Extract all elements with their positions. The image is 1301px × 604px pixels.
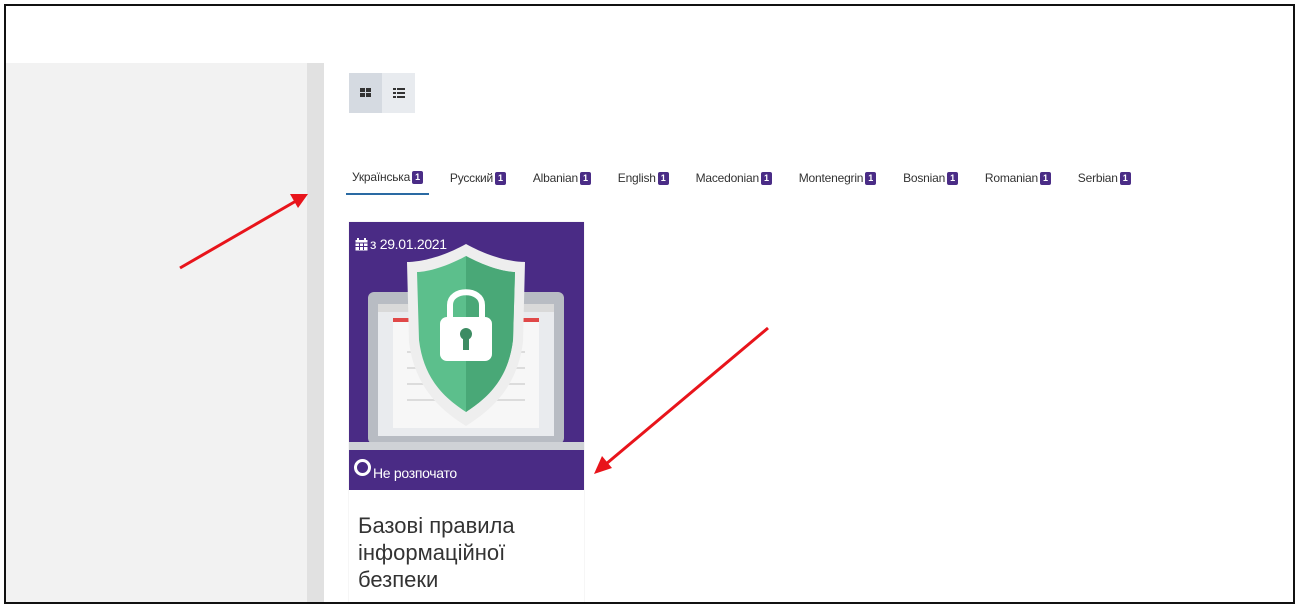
course-title-line: безпеки <box>358 567 439 592</box>
tab-label: Romanian <box>984 171 1038 185</box>
course-image: з 29.01.2021 <box>349 222 584 450</box>
tab-english[interactable]: English 1 <box>612 165 675 194</box>
count-badge: 1 <box>760 171 772 185</box>
tab-label: English <box>617 171 656 185</box>
count-badge: 1 <box>1039 171 1051 185</box>
calendar-icon <box>355 237 368 250</box>
count-badge: 1 <box>865 171 877 185</box>
status-text: Не розпочато <box>373 465 457 481</box>
start-date: з 29.01.2021 <box>355 236 447 252</box>
vertical-scrollbar[interactable] <box>307 63 324 602</box>
count-badge: 1 <box>412 170 423 184</box>
count-badge: 1 <box>1119 171 1131 185</box>
left-panel <box>6 63 307 602</box>
tab-label: Macedonian <box>695 171 760 185</box>
tab-label: Serbian <box>1077 171 1118 185</box>
tab-label: Русский <box>449 171 494 185</box>
status-circle-icon <box>354 458 371 476</box>
tab-bosnian[interactable]: Bosnian 1 <box>897 165 964 194</box>
count-badge: 1 <box>947 171 958 185</box>
tab-label: Albanian <box>532 171 578 185</box>
annotation-arrow-2 <box>605 326 769 466</box>
course-title-line: Базові правила <box>358 513 515 538</box>
count-badge: 1 <box>657 171 669 185</box>
annotation-arrowhead-2 <box>594 456 612 474</box>
tab-macedonian[interactable]: Macedonian 1 <box>690 165 778 194</box>
count-badge: 1 <box>579 171 591 185</box>
list-view-button[interactable] <box>382 73 415 113</box>
grid-view-button[interactable] <box>349 73 382 113</box>
start-date-text: з 29.01.2021 <box>370 236 447 252</box>
view-toggle <box>349 73 415 113</box>
language-tabs: Українська 1 Русский 1 Albanian 1 Englis… <box>346 164 1137 195</box>
screenshot-frame: Українська 1 Русский 1 Albanian 1 Englis… <box>4 4 1295 604</box>
tab-label: Bosnian <box>903 171 946 185</box>
count-badge: 1 <box>495 171 506 185</box>
tab-albanian[interactable]: Albanian 1 <box>527 165 597 194</box>
list-view-icon <box>392 88 405 98</box>
grid-view-icon <box>359 88 371 97</box>
tab-label: Montenegrin <box>798 171 864 185</box>
course-status: Не розпочато <box>349 450 584 490</box>
tab-romanian[interactable]: Romanian 1 <box>979 165 1057 194</box>
laptop-shield-illustration <box>349 244 584 450</box>
course-title[interactable]: Базові правила інформаційної безпеки <box>349 490 584 593</box>
course-title-line: інформаційної <box>358 540 506 565</box>
tab-serbian[interactable]: Serbian 1 <box>1072 165 1137 194</box>
tab-ukrainian[interactable]: Українська 1 <box>346 164 429 195</box>
course-card[interactable]: з 29.01.2021 Не розпочато Базові правила… <box>349 222 584 602</box>
tab-montenegrin[interactable]: Montenegrin 1 <box>793 165 882 194</box>
tab-russian[interactable]: Русский 1 <box>444 165 512 194</box>
tab-label: Українська <box>352 170 411 184</box>
